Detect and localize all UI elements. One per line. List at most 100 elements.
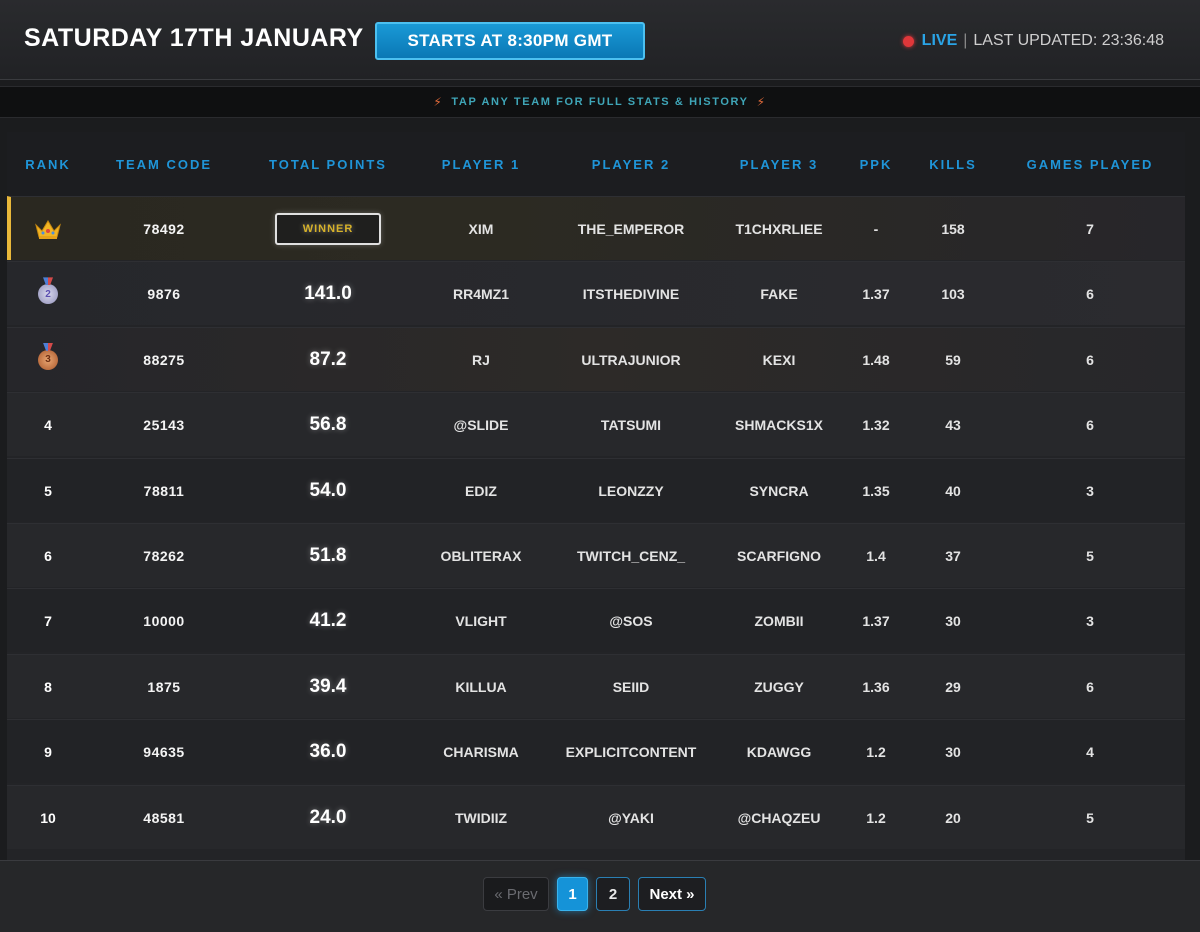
cell-team-code: 9876	[147, 286, 181, 303]
start-time-button[interactable]: STARTS AT 8:30PM GMT	[375, 22, 645, 60]
cell-player-1: OBLITERAX	[440, 548, 522, 564]
cell-games-played: 4	[1086, 744, 1094, 761]
page-title: SATURDAY 17TH JANUARY	[24, 24, 364, 52]
cell-ppk: 1.36	[862, 678, 890, 695]
cell-rank: 2	[38, 262, 58, 326]
table-row[interactable]: 3 88275 87.2 RJ ULTRAJUNIOR KEXI 1.48 59 6	[7, 326, 1185, 392]
table-row[interactable]: 8 1875 39.4 KILLUA SEIID ZUGGY 1.36 29 6	[7, 653, 1185, 718]
cell-ppk: 1.2	[866, 744, 886, 761]
cell-total-points: 39.4	[309, 675, 347, 697]
cell-total-points: 36.0	[309, 741, 347, 763]
page-2-button[interactable]: 2	[596, 877, 630, 911]
column-header-player-1[interactable]: PLAYER 1	[442, 132, 520, 196]
cell-player-3: @CHAQZEU	[737, 809, 821, 826]
cell-player-2: EXPLICITCONTENT	[565, 744, 697, 761]
cell-team-code: 25143	[143, 417, 185, 434]
silver-medal-icon: 2	[38, 284, 58, 305]
cell-team-code: 48581	[143, 809, 185, 826]
cell-team-code: 94635	[143, 744, 185, 761]
cell-player-1: TWIDIIZ	[454, 809, 508, 826]
cell-player-3: KDAWGG	[746, 744, 812, 761]
cell-kills: 37	[945, 548, 961, 564]
table-row[interactable]: 2 9876 141.0 RR4MZ1 ITSTHEDIVINE FAKE 1.37 103 6	[7, 261, 1185, 326]
cell-total-points: 56.8	[309, 414, 347, 436]
cell-player-3: SYNCRA	[749, 482, 809, 499]
cell-player-1: RR4MZ1	[452, 286, 510, 303]
cell-player-1: XIM	[468, 221, 494, 237]
last-updated: LAST UPDATED: 23:36:48	[973, 32, 1164, 49]
cell-rank: 3	[38, 328, 58, 392]
column-header-player-2[interactable]: PLAYER 2	[592, 132, 670, 196]
cell-player-1: KILLUA	[455, 678, 507, 695]
table-row[interactable]: 10 48581 24.0 TWIDIIZ @YAKI @CHAQZEU 1.2 20 5	[7, 784, 1185, 849]
cell-rank: 6	[44, 548, 52, 564]
cell-rank: 7	[44, 613, 52, 630]
cell-team-code: 10000	[143, 613, 185, 630]
live-label: LIVE	[921, 32, 958, 49]
cell-player-2: LEONZZY	[598, 482, 664, 499]
cell-ppk: 1.32	[862, 417, 890, 434]
cell-kills: 20	[945, 809, 961, 826]
next-page-button[interactable]: Next »	[638, 877, 706, 911]
column-header-kills[interactable]: KILLS	[929, 132, 977, 196]
cell-games-played: 5	[1086, 548, 1094, 564]
crown-icon	[35, 220, 61, 239]
prev-page-button[interactable]: « Prev	[483, 877, 549, 911]
cell-total-points: 141.0	[304, 283, 352, 305]
cell-kills: 40	[945, 482, 961, 499]
column-header-team-code[interactable]: TEAM CODE	[116, 132, 212, 196]
cell-ppk: 1.35	[862, 482, 890, 499]
cell-games-played: 6	[1086, 417, 1094, 434]
cell-total-points: 24.0	[309, 806, 347, 828]
cell-player-2: ITSTHEDIVINE	[582, 286, 680, 303]
cell-ppk: 1.37	[862, 286, 890, 303]
table-row[interactable]: 4 25143 56.8 @SLIDE TATSUMI SHMACKS1X 1.32 43 6	[7, 392, 1185, 457]
cell-games-played: 3	[1086, 482, 1094, 499]
cell-kills: 103	[941, 286, 965, 303]
cell-player-1: CHARISMA	[443, 744, 519, 761]
cell-kills: 30	[945, 613, 961, 630]
cell-games-played: 7	[1086, 221, 1094, 237]
cell-player-2: TWITCH_CENZ_	[576, 548, 686, 564]
cell-ppk: 1.4	[866, 548, 886, 564]
cell-player-1: RJ	[472, 351, 490, 368]
cell-player-3: ZOMBII	[754, 613, 804, 630]
page-header: SATURDAY 17TH JANUARY STARTS AT 8:30PM G…	[0, 0, 1200, 80]
bolt-icon: ⚡	[756, 95, 767, 109]
pagination: « Prev 1 2 Next »	[0, 860, 1200, 932]
cell-total-points: 87.2	[309, 348, 347, 370]
column-header-games-played[interactable]: GAMES PLAYED	[1027, 132, 1154, 196]
cell-ppk: -	[873, 221, 879, 237]
cell-total-points: WINNER	[275, 197, 381, 261]
cell-player-1: @SLIDE	[453, 417, 509, 434]
bolt-icon: ⚡	[433, 95, 444, 109]
table-row[interactable]: 78492 WINNER XIM THE_EMPEROR T1CHXRLIEE - 158 7	[7, 196, 1185, 260]
cell-player-3: FAKE	[760, 286, 798, 303]
column-header-rank[interactable]: RANK	[25, 132, 71, 196]
column-header-player-3[interactable]: PLAYER 3	[740, 132, 818, 196]
cell-rank: 5	[44, 482, 52, 499]
cell-player-1: EDIZ	[465, 482, 497, 499]
column-header-ppk[interactable]: PPK	[860, 132, 893, 196]
cell-player-2: SEIID	[612, 678, 650, 695]
page-1-button[interactable]: 1	[557, 877, 588, 911]
status-separator: |	[963, 32, 968, 49]
table-row[interactable]: 5 78811 54.0 EDIZ LEONZZY SYNCRA 1.35 40 3	[7, 457, 1185, 522]
cell-player-2: THE_EMPEROR	[577, 221, 685, 237]
cell-team-code: 1875	[147, 678, 181, 695]
cell-total-points: 51.8	[309, 545, 347, 566]
cell-player-2: @SOS	[609, 613, 653, 630]
cell-rank: 4	[44, 417, 52, 434]
table-row[interactable]: 7 10000 41.2 VLIGHT @SOS ZOMBII 1.37 30 3	[7, 588, 1185, 653]
cell-team-code: 78492	[143, 221, 185, 237]
table-row[interactable]: 9 94635 36.0 CHARISMA EXPLICITCONTENT KDAWGG 1…	[7, 719, 1185, 784]
cell-team-code: 78262	[143, 548, 185, 564]
winner-badge: WINNER	[275, 213, 381, 245]
live-dot-icon	[902, 35, 914, 47]
column-header-total-points[interactable]: TOTAL POINTS	[269, 132, 387, 196]
cell-rank	[34, 197, 62, 261]
cell-kills: 30	[945, 744, 961, 761]
table-header: RANK TEAM CODE TOTAL POINTS PLAYER 1 PLAYER …	[7, 132, 1185, 196]
cell-rank: 8	[44, 678, 52, 695]
table-row[interactable]: 6 78262 51.8 OBLITERAX TWITCH_CENZ_ SCARFIGNO…	[7, 523, 1185, 587]
